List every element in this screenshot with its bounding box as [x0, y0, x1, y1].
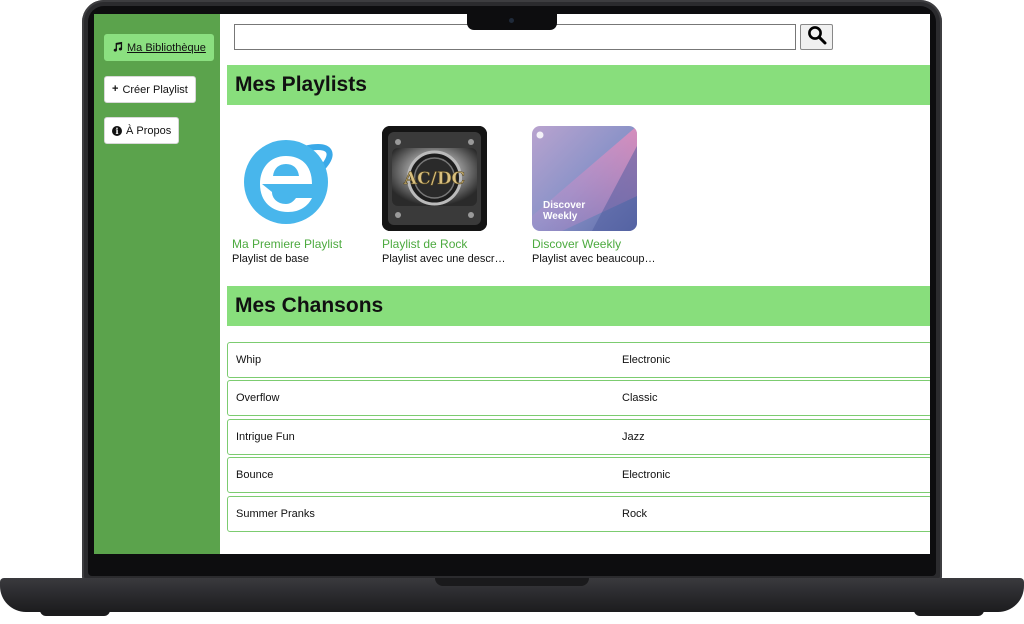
sidebar-item-label: Ma Bibliothèque: [127, 41, 206, 54]
song-title: Intrigue Fun: [236, 431, 295, 443]
playlist-title[interactable]: Discover Weekly: [532, 237, 662, 251]
song-genre: Rock: [622, 508, 648, 520]
sidebar-item-create-playlist[interactable]: + Créer Playlist: [104, 76, 196, 103]
discover-weekly-cover: Discover Weekly: [532, 126, 637, 231]
internet-explorer-logo: [244, 140, 333, 224]
sidebar-item-about[interactable]: i À Propos: [104, 117, 180, 144]
base-notch: [435, 578, 589, 586]
song-genre: Electronic: [622, 354, 671, 366]
songs-section-title: Mes Chansons: [227, 286, 930, 326]
song-title: Bounce: [236, 469, 274, 481]
song-title: Summer Pranks: [236, 508, 315, 520]
search-icon: [807, 25, 827, 50]
info-icon: i: [112, 125, 122, 136]
playlist-description: Playlist avec une description longue: [382, 253, 506, 265]
playlist-description: Playlist avec beaucoup de chansons: [532, 253, 656, 265]
playlist-card[interactable]: Discover Weekly Discover Weekly Playlist …: [532, 126, 662, 265]
sidebar-item-library[interactable]: Ma Bibliothèque: [104, 34, 214, 61]
plus-icon: +: [112, 83, 119, 95]
playlists-section-title: Mes Playlists: [227, 65, 930, 105]
song-title: Overflow: [236, 392, 280, 404]
playlist-title[interactable]: Ma Premiere Playlist: [232, 237, 362, 251]
acdc-logo-text: AC/DC: [403, 169, 465, 189]
playlist-title[interactable]: Playlist de Rock: [382, 237, 512, 251]
song-row[interactable]: Bounce Electronic: [227, 457, 930, 493]
song-row[interactable]: Overflow Classic: [227, 380, 930, 416]
song-title: Whip: [236, 354, 262, 366]
camera-notch: [467, 14, 557, 30]
song-row[interactable]: Summer Pranks Rock: [227, 496, 930, 532]
laptop-foot-left: [40, 610, 110, 616]
acdc-logo: AC/DC: [382, 126, 487, 231]
playlist-card[interactable]: Ma Premiere Playlist Playlist de base: [232, 126, 362, 265]
sidebar-item-label: À Propos: [126, 124, 172, 137]
song-genre: Classic: [622, 392, 658, 404]
playlist-cover: Discover Weekly: [532, 126, 637, 231]
sidebar: Ma Bibliothèque + Créer Playlist i À Pro…: [94, 14, 220, 554]
song-genre: Jazz: [622, 431, 645, 443]
laptop-base: [0, 578, 1024, 612]
song-genre: Electronic: [622, 469, 671, 481]
playlist-cover: [232, 126, 337, 231]
camera-dot: [509, 18, 514, 23]
music-note-icon: [112, 41, 123, 55]
app-screen: Ma Bibliothèque + Créer Playlist i À Pro…: [94, 14, 930, 554]
playlist-description: Playlist de base: [232, 253, 310, 265]
laptop-foot-right: [914, 610, 984, 616]
playlist-card[interactable]: AC/DC Playlist de Rock Playlist avec une…: [382, 126, 512, 265]
main-content: Mes Playlists Ma Premiere Playlist Playl…: [220, 14, 930, 554]
sidebar-item-label: Créer Playlist: [122, 83, 188, 96]
playlist-cover: AC/DC: [382, 126, 487, 231]
search-button[interactable]: [800, 24, 833, 50]
song-row[interactable]: Whip Electronic: [227, 342, 930, 378]
song-row[interactable]: Intrigue Fun Jazz: [227, 419, 930, 455]
